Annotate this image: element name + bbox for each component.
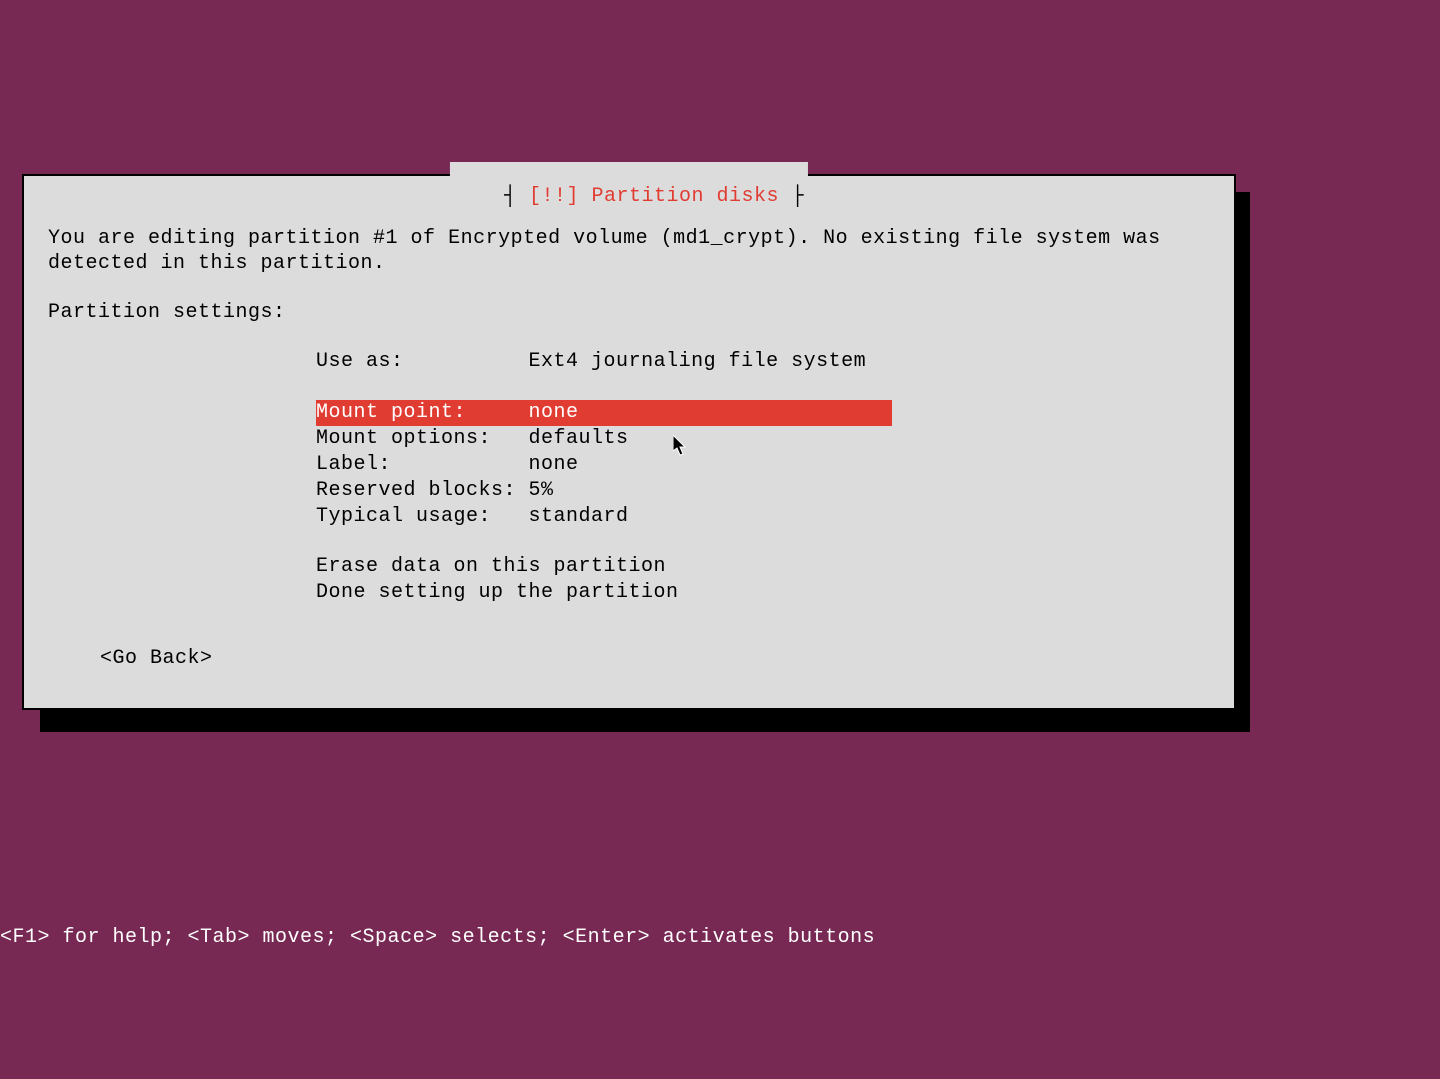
help-bar: <F1> for help; <Tab> moves; <Space> sele… [0,926,875,949]
setting-typical-usage[interactable]: Typical usage: standard [316,504,1210,530]
action-done[interactable]: Done setting up the partition [316,580,1210,606]
actions-list: Erase data on this partition Done settin… [316,554,1210,606]
dialog-content: You are editing partition #1 of Encrypte… [48,226,1210,606]
settings-list: Use as: Ext4 journaling file system Moun… [316,349,1210,530]
setting-label[interactable]: Label: none [316,452,1210,478]
go-back-button[interactable]: <Go Back> [100,647,213,670]
setting-mount-point[interactable]: Mount point: none [316,400,892,426]
setting-use-as[interactable]: Use as: Ext4 journaling file system [316,349,1210,375]
intro-text: You are editing partition #1 of Encrypte… [48,226,1210,276]
setting-reserved-blocks[interactable]: Reserved blocks: 5% [316,478,1210,504]
partition-dialog: ┤ [!!] Partition disks ├ You are editing… [22,174,1236,710]
section-label: Partition settings: [48,300,1210,325]
action-erase[interactable]: Erase data on this partition [316,554,1210,580]
dialog-title: ┤ [!!] Partition disks ├ [450,162,808,231]
setting-mount-options[interactable]: Mount options: defaults [316,426,1210,452]
